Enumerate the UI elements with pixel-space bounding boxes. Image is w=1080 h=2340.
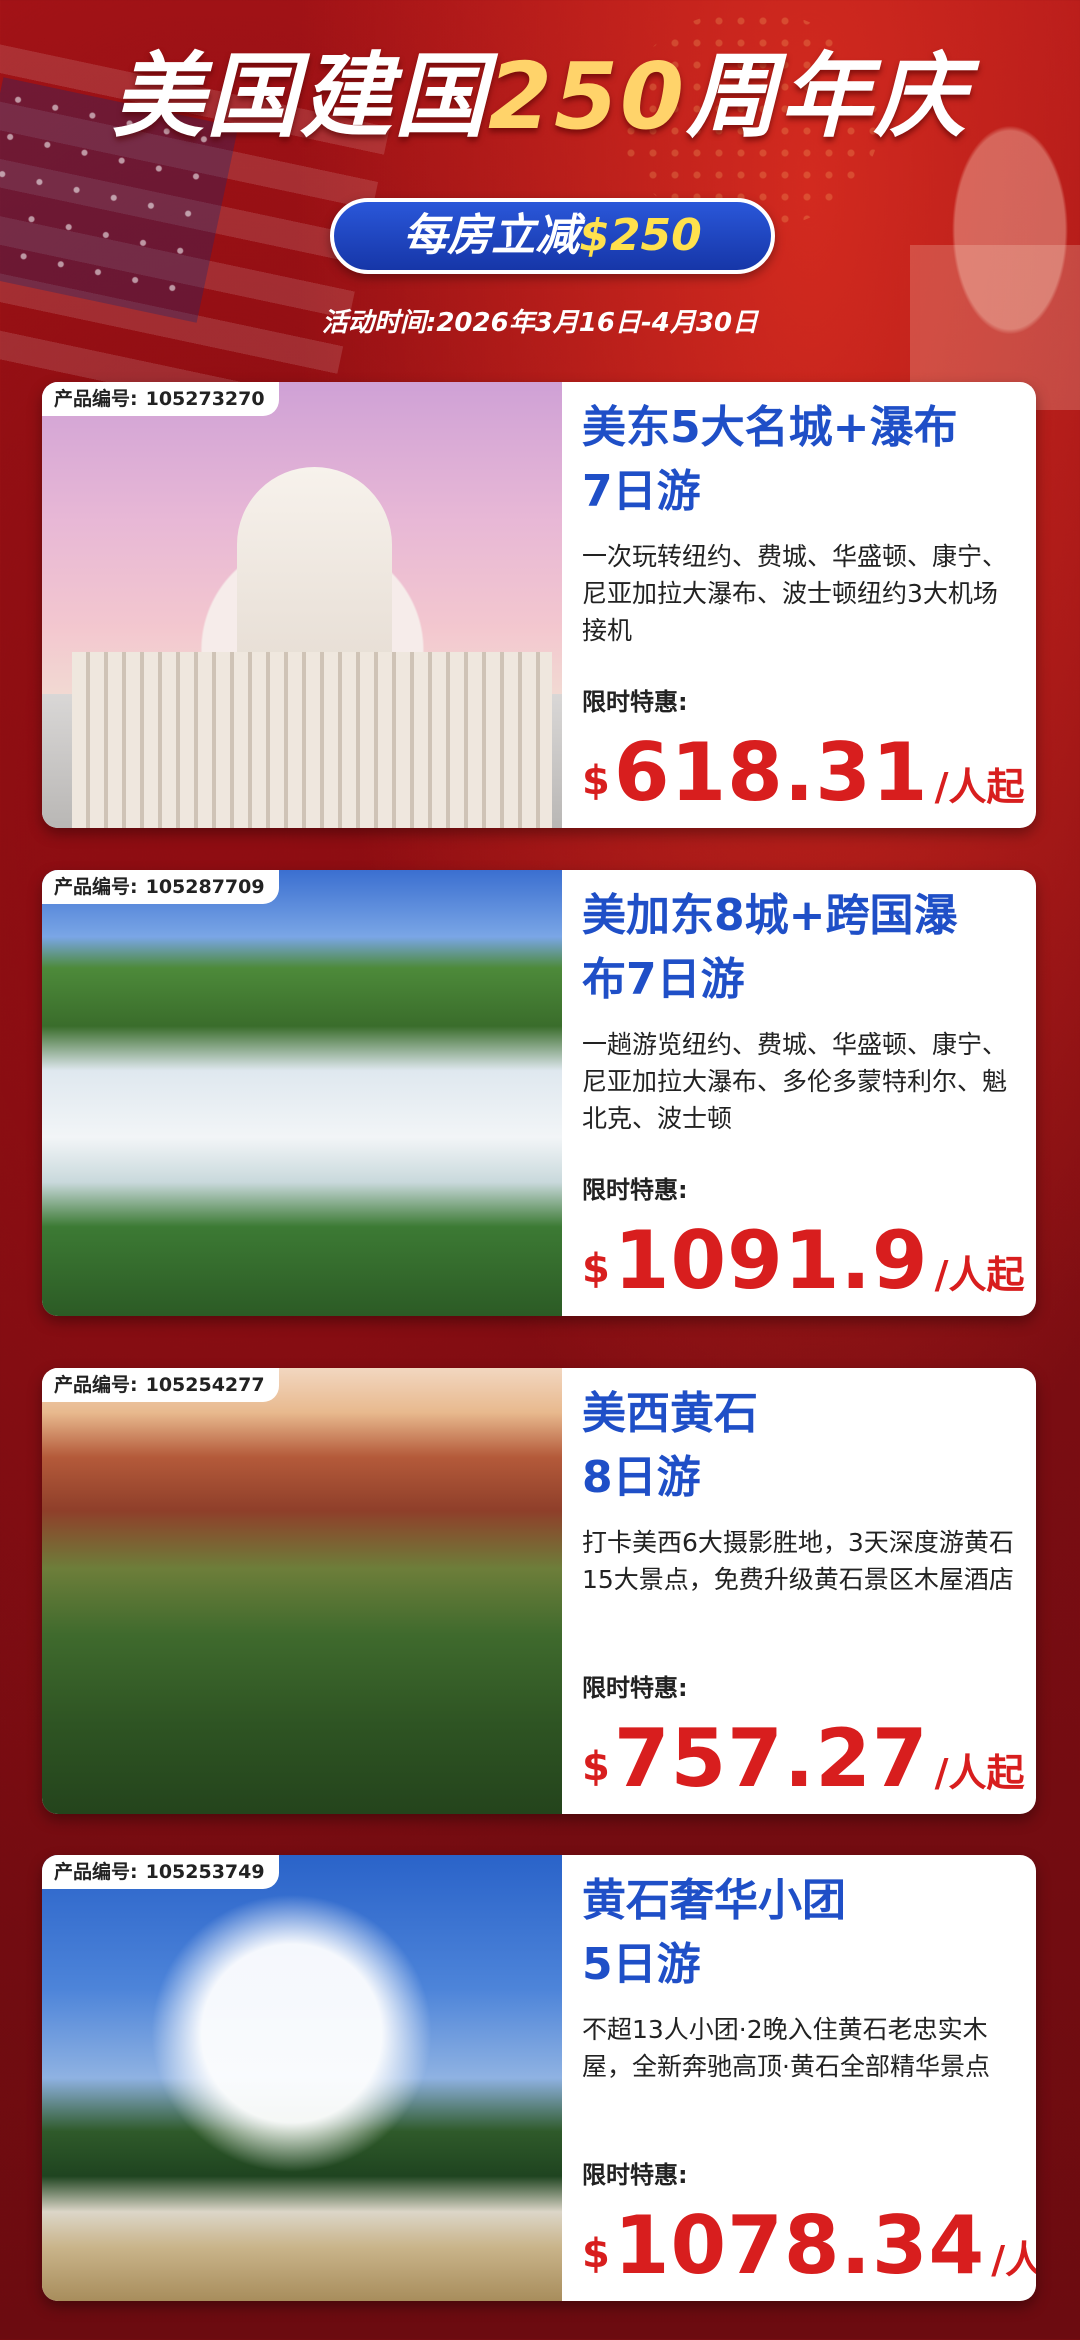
us-capitol-photo	[42, 382, 562, 828]
limited-offer-label: 限时特惠:	[582, 2161, 688, 2189]
product-description: 不超13人小团·2晚入住黄石老忠实木屋，全新奔驰高顶·黄石全部精华景点	[582, 2015, 990, 2081]
product-name-line2: 5日游	[582, 1939, 701, 1990]
product-name-line2: 7日游	[582, 466, 701, 517]
promo-period: 活动时间:2026年3月16日-4月30日	[321, 308, 759, 338]
product-name: 美西黄石 8日游	[582, 1382, 1022, 1510]
currency-symbol: $	[582, 2231, 610, 2277]
product-name-line1: 美加东8城+跨国瀑	[582, 890, 958, 941]
price-unit: /人起	[934, 1253, 1025, 1297]
product-id-value: 105254277	[145, 1374, 265, 1396]
old-faithful-geyser-photo	[42, 1855, 562, 2301]
product-name: 美东5大名城+瀑布 7日游	[582, 396, 1022, 524]
limited-offer-label: 限时特惠:	[582, 1176, 688, 1204]
product-name-line2: 布7日游	[582, 954, 745, 1005]
product-id-label: 产品编号:	[54, 1374, 138, 1396]
discount-amount: $250	[579, 210, 702, 261]
price-unit: /人起	[934, 765, 1025, 809]
promo-title: 美国建国250周年庆	[0, 42, 1080, 152]
product-price: $757.27/人起	[582, 1712, 1024, 1805]
product-price: $1091.9/人起	[582, 1214, 1024, 1307]
product-name-line1: 美东5大名城+瀑布	[582, 402, 958, 453]
product-name: 美加东8城+跨国瀑 布7日游	[582, 884, 1022, 1012]
product-info: 美西黄石 8日游 打卡美西6大摄影胜地，3天深度游黄石15大景点，免费升级黄石景…	[582, 1382, 1024, 1805]
product-name-line1: 黄石奢华小团	[582, 1875, 846, 1926]
product-price: $1078.34/人起	[582, 2199, 1036, 2292]
product-name-line2: 8日游	[582, 1452, 701, 1503]
product-info: 黄石奢华小团 5日游 不超13人小团·2晚入住黄石老忠实木屋，全新奔驰高顶·黄石…	[582, 1869, 1036, 2292]
currency-symbol: $	[582, 758, 610, 804]
product-description: 打卡美西6大摄影胜地，3天深度游黄石15大景点，免费升级黄石景区木屋酒店	[582, 1528, 1014, 1594]
product-id-tag: 产品编号: 105254277	[42, 1368, 279, 1402]
price-value: 1078.34	[613, 2199, 986, 2292]
limited-offer-label: 限时特惠:	[582, 688, 688, 716]
price-value: 757.27	[613, 1712, 929, 1805]
price-unit: /人起	[991, 2238, 1036, 2282]
product-info: 美东5大名城+瀑布 7日游 一次玩转纽约、费城、华盛顿、康宁、尼亚加拉大瀑布、波…	[582, 396, 1024, 819]
canyon-valley-photo	[42, 1368, 562, 1814]
niagara-falls-photo	[42, 870, 562, 1316]
product-name: 黄石奢华小团 5日游	[582, 1869, 1022, 1997]
product-description: 一趟游览纽约、费城、华盛顿、康宁、尼亚加拉大瀑布、多伦多蒙特利尔、魁北克、波士顿	[582, 1030, 1008, 1133]
promo-header: 美国建国250周年庆 每房立减$250 活动时间:2026年3月16日-4月30…	[0, 0, 1080, 360]
product-price: $618.31/人起	[582, 726, 1024, 819]
capitol-building-shape	[72, 652, 552, 828]
product-card[interactable]: 产品编号: 105254277 美西黄石 8日游 打卡美西6大摄影胜地，3天深度游…	[42, 1368, 1036, 1814]
currency-symbol: $	[582, 1744, 610, 1790]
currency-symbol: $	[582, 1246, 610, 1292]
price-value: 1091.9	[613, 1214, 929, 1307]
price-value: 618.31	[613, 726, 929, 819]
title-part-1: 美国建国	[111, 43, 488, 150]
product-id-label: 产品编号:	[54, 1861, 138, 1883]
product-card[interactable]: 产品编号: 105253749 黄石奢华小团 5日游 不超13人小团·2晚入住黄石…	[42, 1855, 1036, 2301]
product-card[interactable]: 产品编号: 105287709 美加东8城+跨国瀑 布7日游 一趟游览纽约、费城、…	[42, 870, 1036, 1316]
product-id-value: 105253749	[145, 1861, 265, 1883]
discount-badge: 每房立减$250	[330, 198, 775, 274]
price-unit: /人起	[934, 1751, 1025, 1795]
title-anniversary-number: 250	[487, 43, 687, 150]
product-id-tag: 产品编号: 105253749	[42, 1855, 279, 1889]
limited-offer-label: 限时特惠:	[582, 1674, 688, 1702]
product-id-label: 产品编号:	[54, 876, 138, 898]
product-info: 美加东8城+跨国瀑 布7日游 一趟游览纽约、费城、华盛顿、康宁、尼亚加拉大瀑布、…	[582, 884, 1024, 1307]
capitol-dome-shape	[237, 467, 392, 657]
product-id-value: 105287709	[145, 876, 265, 898]
product-name-line1: 美西黄石	[582, 1388, 758, 1439]
product-description: 一次玩转纽约、费城、华盛顿、康宁、尼亚加拉大瀑布、波士顿纽约3大机场接机	[582, 542, 1008, 645]
product-id-tag: 产品编号: 105273270	[42, 382, 279, 416]
product-id-label: 产品编号:	[54, 388, 138, 410]
product-card[interactable]: 产品编号: 105273270 美东5大名城+瀑布 7日游 一次玩转纽约、费城、华…	[42, 382, 1036, 828]
discount-label: 每房立减	[403, 210, 580, 261]
title-part-3: 周年庆	[686, 43, 969, 150]
product-id-tag: 产品编号: 105287709	[42, 870, 279, 904]
product-id-value: 105273270	[145, 388, 265, 410]
